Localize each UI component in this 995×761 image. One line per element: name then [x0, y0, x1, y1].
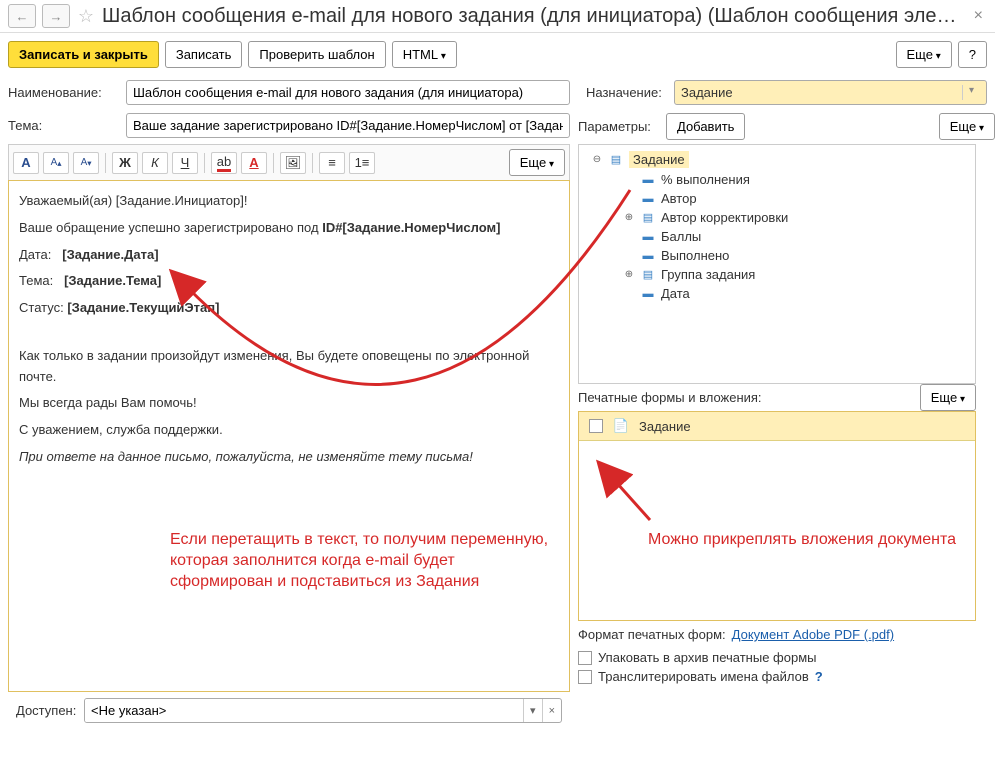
bullet-list-icon[interactable]: ≡: [319, 152, 345, 174]
attachment-name: Задание: [639, 419, 691, 434]
tree-item[interactable]: Группа задания: [661, 267, 755, 282]
help-button[interactable]: ?: [958, 41, 987, 68]
print-format-label: Формат печатных форм:: [578, 627, 726, 642]
purpose-select[interactable]: Задание ▾: [674, 80, 987, 105]
pack-archive-label: Упаковать в архив печатные формы: [598, 650, 816, 665]
available-input[interactable]: [85, 699, 523, 722]
text-color-icon[interactable]: A: [241, 152, 267, 174]
bg-color-icon[interactable]: ab: [211, 152, 237, 174]
close-icon[interactable]: ×: [970, 7, 987, 25]
more-button[interactable]: Еще: [896, 41, 952, 68]
tree-item[interactable]: Баллы: [661, 229, 701, 244]
field-icon: ▬: [641, 232, 655, 242]
params-label: Параметры:: [578, 119, 658, 134]
add-param-button[interactable]: Добавить: [666, 113, 745, 140]
underline-icon[interactable]: Ч: [172, 152, 198, 174]
page-title: Шаблон сообщения e-mail для нового задан…: [102, 5, 964, 28]
attachment-checkbox[interactable]: [589, 419, 603, 433]
collapse-icon[interactable]: ⊖: [591, 154, 603, 165]
attachment-row[interactable]: 📄 Задание: [579, 412, 975, 441]
attachments-label: Печатные формы и вложения:: [578, 384, 762, 411]
field-icon: ▬: [641, 175, 655, 185]
document-icon: 📄: [613, 418, 629, 434]
save-button[interactable]: Записать: [165, 41, 243, 68]
print-format-link[interactable]: Документ Adobe PDF (.pdf): [732, 627, 894, 642]
table-icon: ▤: [609, 155, 623, 165]
field-icon: ▬: [641, 194, 655, 204]
chevron-down-icon[interactable]: ▾: [962, 85, 980, 100]
name-label: Наименование:: [8, 85, 118, 100]
attach-more-button[interactable]: Еще: [920, 384, 976, 411]
editor-more-button[interactable]: Еще: [509, 149, 565, 176]
subject-label: Тема:: [8, 118, 118, 133]
html-mode-button[interactable]: HTML: [392, 41, 457, 68]
save-and-close-button[interactable]: Записать и закрыть: [8, 41, 159, 68]
parameters-tree[interactable]: ⊖ ▤ Задание ▬ % выполнения ▬ Автор ⊕ ▤ Автор…: [578, 144, 976, 384]
tree-root[interactable]: Задание: [629, 151, 689, 168]
subject-input[interactable]: [126, 113, 570, 138]
field-icon: ▬: [641, 251, 655, 261]
editor-line: Как только в задании произойдут изменени…: [19, 346, 559, 388]
editor-line: Тема: [Задание.Тема]: [19, 271, 559, 292]
available-label: Доступен:: [16, 703, 76, 718]
font-decrease-icon[interactable]: A▾: [73, 152, 99, 174]
tree-item[interactable]: Выполнено: [661, 248, 729, 263]
tree-item[interactable]: Автор корректировки: [661, 210, 788, 225]
editor-line: Дата: [Задание.Дата]: [19, 245, 559, 266]
insert-image-icon[interactable]: 🖼: [280, 152, 306, 174]
chevron-down-icon[interactable]: ▾: [523, 699, 542, 722]
attachments-list[interactable]: 📄 Задание: [578, 411, 976, 621]
editor-toolbar: A A▴ A▾ Ж К Ч ab A 🖼 ≡ 1≡ Еще: [8, 144, 570, 180]
expand-icon[interactable]: ⊕: [623, 269, 635, 280]
tree-item[interactable]: % выполнения: [661, 172, 750, 187]
help-icon[interactable]: ?: [815, 669, 823, 684]
nav-back-button[interactable]: ←: [8, 4, 36, 28]
font-increase-icon[interactable]: A▴: [43, 152, 69, 174]
tree-item[interactable]: Автор: [661, 191, 697, 206]
nav-forward-button[interactable]: →: [42, 4, 70, 28]
params-more-button[interactable]: Еще: [939, 113, 995, 140]
editor-line: Ваше обращение успешно зарегистрировано …: [19, 218, 559, 239]
editor-line: С уважением, служба поддержки.: [19, 420, 559, 441]
purpose-label: Назначение:: [586, 85, 666, 100]
name-input[interactable]: [126, 80, 570, 105]
email-body-editor[interactable]: Уважаемый(ая) [Задание.Инициатор]! Ваше …: [8, 180, 570, 692]
font-normal-icon[interactable]: A: [13, 152, 39, 174]
clear-icon[interactable]: ×: [542, 699, 561, 722]
editor-line: При ответе на данное письмо, пожалуйста,…: [19, 447, 559, 468]
italic-icon[interactable]: К: [142, 152, 168, 174]
bold-icon[interactable]: Ж: [112, 152, 138, 174]
editor-line: Статус: [Задание.ТекущийЭтап]: [19, 298, 559, 319]
table-icon: ▤: [641, 213, 655, 223]
tree-item[interactable]: Дата: [661, 286, 690, 301]
pack-archive-checkbox[interactable]: [578, 651, 592, 665]
available-combo[interactable]: ▾ ×: [84, 698, 562, 723]
expand-icon[interactable]: ⊕: [623, 212, 635, 223]
editor-line: Мы всегда рады Вам помочь!: [19, 393, 559, 414]
table-icon: ▤: [641, 270, 655, 280]
translit-label: Транслитерировать имена файлов: [598, 669, 809, 684]
field-icon: ▬: [641, 289, 655, 299]
translit-checkbox[interactable]: [578, 670, 592, 684]
number-list-icon[interactable]: 1≡: [349, 152, 375, 174]
check-template-button[interactable]: Проверить шаблон: [248, 41, 385, 68]
favorite-star-icon[interactable]: ☆: [76, 6, 96, 26]
purpose-value: Задание: [681, 85, 962, 100]
editor-line: Уважаемый(ая) [Задание.Инициатор]!: [19, 191, 559, 212]
